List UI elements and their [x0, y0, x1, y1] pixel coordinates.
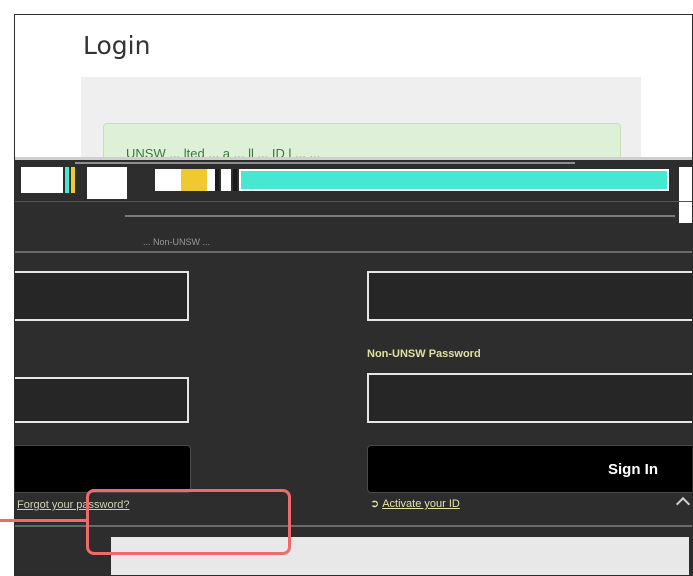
glitch-yellow-block — [181, 169, 207, 191]
glitch-strip — [215, 169, 219, 191]
annotation-highlight-box — [86, 489, 291, 555]
glitch-block — [21, 167, 63, 193]
unsw-username-field[interactable] — [15, 271, 189, 321]
activate-id-link[interactable]: ➲ Activate your ID — [370, 497, 460, 510]
unsw-sign-in-button[interactable] — [15, 445, 191, 493]
glitch-strip — [65, 167, 69, 193]
glitch-block — [221, 169, 231, 191]
non-unsw-password-label: Non-UNSW Password — [367, 348, 481, 360]
sign-in-button[interactable]: Sign In — [367, 445, 692, 493]
non-unsw-username-field[interactable] — [367, 271, 692, 321]
glitch-block — [87, 167, 127, 199]
glitch-line — [15, 157, 692, 160]
glitch-line — [15, 251, 692, 253]
glitch-strip — [233, 169, 237, 191]
glitch-strip — [71, 167, 75, 193]
activate-id-label: Activate your ID — [382, 498, 460, 510]
glitch-line — [15, 201, 692, 202]
unsw-password-field[interactable] — [15, 377, 189, 423]
key-icon: ➲ — [370, 498, 380, 510]
render-glitch-band: ... Non-UNSW ... — [15, 157, 692, 255]
glitch-text: ... Non-UNSW ... — [143, 237, 211, 247]
glitch-line — [75, 162, 575, 164]
annotation-pointer-line — [0, 519, 87, 522]
page-title: Login — [83, 31, 151, 60]
glitch-block — [679, 167, 692, 223]
glitch-line — [125, 215, 675, 217]
sign-in-label: Sign In — [608, 461, 658, 478]
glitch-cyan-bar — [239, 169, 669, 191]
non-unsw-password-field[interactable] — [367, 373, 692, 423]
